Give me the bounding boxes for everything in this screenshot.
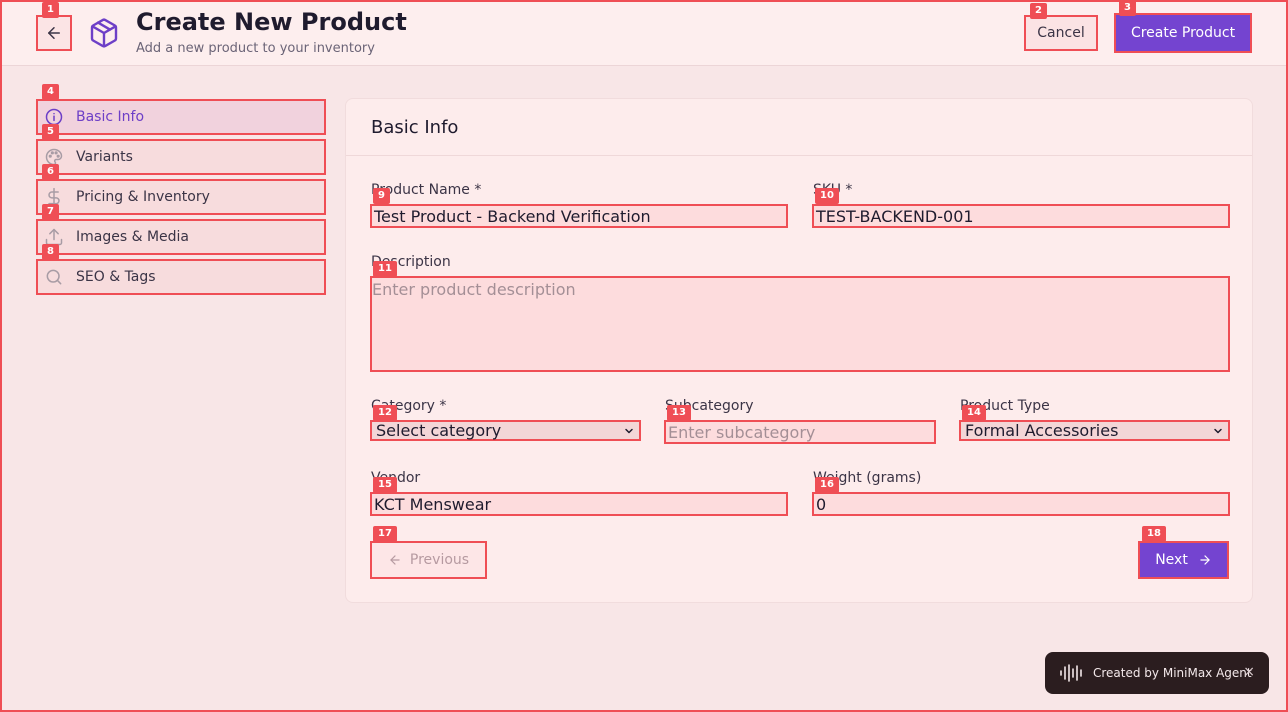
next-label: Next	[1155, 552, 1188, 568]
sku-input[interactable]: TEST-BACKEND-001	[812, 204, 1230, 228]
category-selected-value: Select category	[376, 421, 502, 440]
annotation-tag: 15	[373, 477, 397, 493]
product-type-select[interactable]: Formal Accessories	[959, 420, 1230, 441]
annotation-tag: 9	[373, 188, 390, 204]
sidebar-item-basic-info[interactable]: Basic Info	[36, 99, 326, 135]
weight-input[interactable]: 0	[812, 492, 1230, 516]
sidebar-item-images-media[interactable]: Images & Media	[36, 219, 326, 255]
back-button[interactable]	[36, 15, 72, 51]
page-subtitle: Add a new product to your inventory	[136, 41, 375, 56]
annotation-tag: 7	[42, 204, 59, 220]
chevron-down-icon	[625, 428, 633, 433]
chevron-down-icon	[1214, 428, 1222, 433]
annotation-tag: 3	[1119, 0, 1136, 16]
package-icon	[90, 18, 118, 48]
sidebar-item-seo-tags[interactable]: SEO & Tags	[36, 259, 326, 295]
page-title: Create New Product	[136, 8, 407, 36]
sidebar-item-label: Pricing & Inventory	[76, 189, 210, 205]
card-header: Basic Info	[346, 99, 1252, 156]
previous-button[interactable]: Previous	[370, 541, 487, 579]
annotation-tag: 4	[42, 84, 59, 100]
sidebar-item-pricing-inventory[interactable]: Pricing & Inventory	[36, 179, 326, 215]
category-select[interactable]: Select category	[370, 420, 641, 441]
search-icon	[46, 269, 62, 285]
annotation-tag: 11	[373, 261, 397, 277]
annotation-tag: 17	[373, 526, 397, 542]
sidebar-item-label: Variants	[76, 149, 133, 165]
arrow-left-icon	[390, 555, 400, 565]
create-product-button[interactable]: Create Product	[1114, 13, 1252, 53]
sidebar-item-label: SEO & Tags	[76, 269, 156, 285]
annotation-tag: 12	[373, 405, 397, 421]
arrow-right-icon	[1200, 555, 1210, 565]
annotation-tag: 14	[962, 405, 986, 421]
sidebar-item-label: Basic Info	[76, 109, 145, 125]
annotation-tag: 1	[42, 2, 59, 18]
annotation-tag: 6	[42, 164, 59, 180]
product-type-selected-value: Formal Accessories	[965, 421, 1119, 440]
sidebar-item-variants[interactable]: Variants	[36, 139, 326, 175]
annotation-tag: 2	[1030, 3, 1047, 19]
annotation-tag: 16	[815, 477, 839, 493]
cancel-button[interactable]: Cancel	[1024, 15, 1098, 51]
sidebar-item-label: Images & Media	[76, 229, 190, 245]
minimax-toast: Created by MiniMax Agent ×	[1045, 652, 1269, 694]
annotation-tag: 18	[1142, 526, 1166, 542]
next-button[interactable]: Next	[1138, 541, 1229, 579]
subcategory-input[interactable]: Enter subcategory	[664, 420, 936, 444]
annotation-tag: 13	[667, 405, 691, 421]
product-name-input[interactable]: Test Product - Backend Verification	[370, 204, 788, 228]
arrow-left-icon	[48, 27, 60, 39]
vendor-input[interactable]: KCT Menswear	[370, 492, 788, 516]
page-header: Create New Product Add a new product to …	[2, 2, 1286, 66]
annotation-tag: 8	[42, 244, 59, 260]
description-textarea[interactable]: Enter product description	[370, 276, 1230, 372]
annotation-tag: 5	[42, 124, 59, 140]
previous-label: Previous	[409, 552, 470, 568]
toast-text: Created by MiniMax Agent	[1093, 666, 1252, 680]
annotation-tag: 10	[815, 188, 839, 204]
waveform-icon	[1060, 664, 1082, 682]
card-title: Basic Info	[371, 117, 459, 138]
close-icon[interactable]: ×	[1243, 664, 1255, 680]
